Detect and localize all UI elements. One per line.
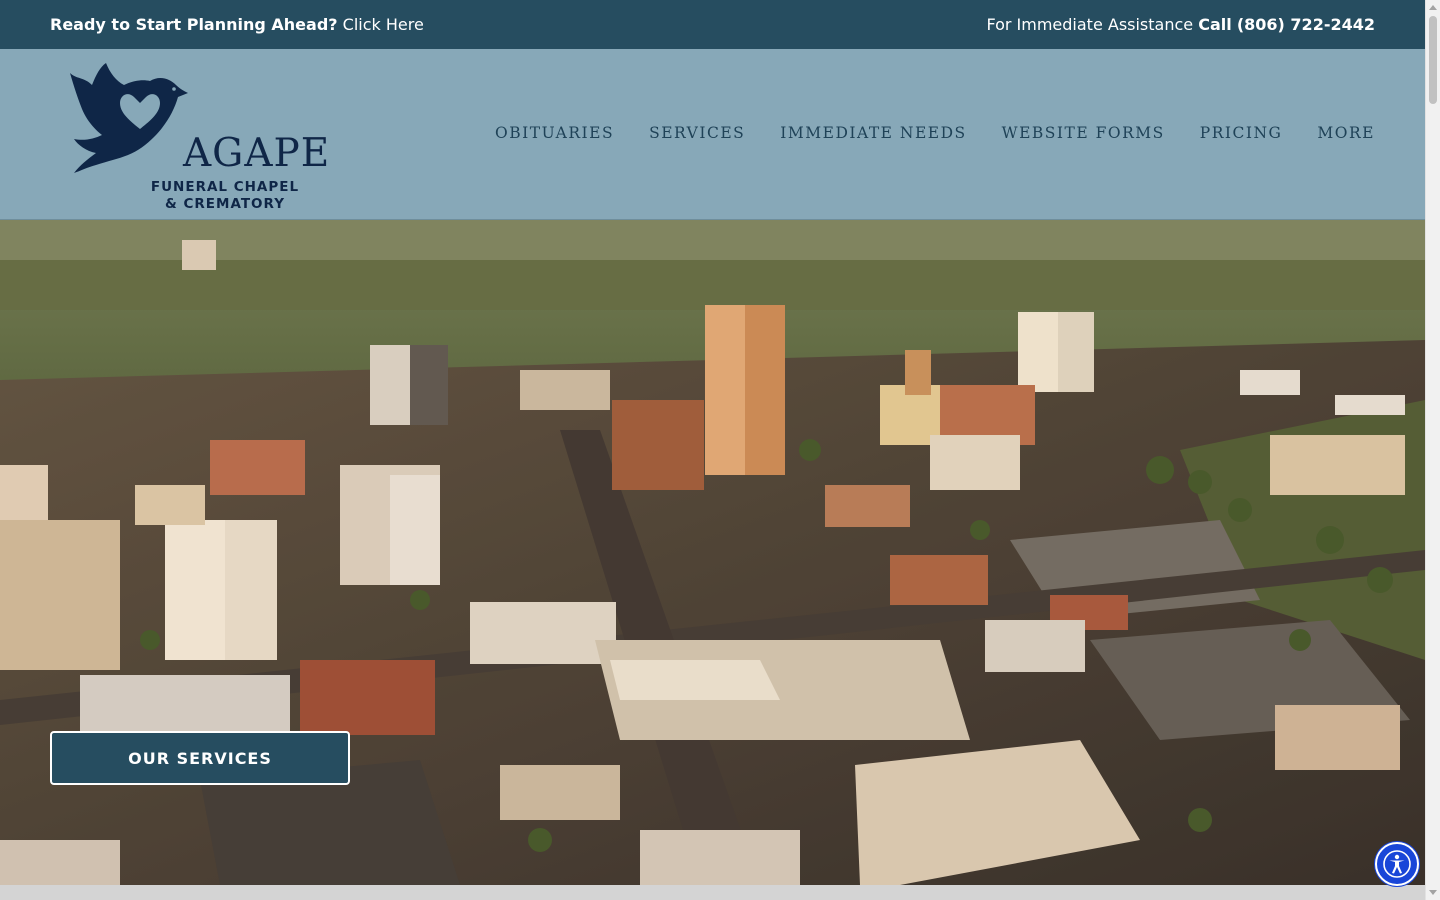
accessibility-icon (1383, 850, 1411, 878)
planning-prompt: Ready to Start Planning Ahead? (50, 15, 338, 34)
scroll-down-arrow-icon[interactable] (1429, 890, 1437, 895)
dove-heart-icon (70, 63, 188, 173)
logo-subtitle-line2: & CREMATORY (165, 196, 285, 212)
logo-wordmark: AGAPE (183, 131, 331, 176)
our-services-button[interactable]: OUR SERVICES (50, 731, 350, 785)
immediate-assistance: For Immediate Assistance Call (806) 722-… (986, 15, 1375, 34)
scrollbar-thumb[interactable] (1429, 16, 1437, 104)
aerial-city-image (0, 220, 1425, 885)
call-label: Call (1198, 15, 1232, 34)
nav-services[interactable]: SERVICES (649, 124, 745, 142)
site-logo[interactable]: AGAPE FUNERAL CHAPEL & CREMATORY (66, 63, 329, 212)
planning-ahead-banner: Ready to Start Planning Ahead? Click Her… (50, 15, 424, 34)
hero-image (0, 220, 1425, 885)
section-divider (0, 885, 1425, 900)
main-nav: OBITUARIES SERVICES IMMEDIATE NEEDS WEBS… (495, 124, 1375, 142)
scroll-up-arrow-icon[interactable] (1429, 5, 1437, 10)
logo-subtitle-line1: FUNERAL CHAPEL (150, 179, 300, 195)
page: Ready to Start Planning Ahead? Click Her… (0, 0, 1425, 900)
phone-number: (806) 722-2442 (1236, 15, 1375, 34)
nav-pricing[interactable]: PRICING (1200, 124, 1283, 142)
nav-obituaries[interactable]: OBITUARIES (495, 124, 614, 142)
page-scrollbar[interactable] (1425, 0, 1440, 900)
accessibility-button[interactable] (1375, 842, 1419, 886)
nav-website-forms[interactable]: WEBSITE FORMS (1002, 124, 1165, 142)
planning-click-here-link[interactable]: Click Here (343, 15, 424, 34)
nav-more[interactable]: MORE (1317, 124, 1375, 142)
phone-link[interactable]: Call (806) 722-2442 (1198, 15, 1375, 34)
top-bar: Ready to Start Planning Ahead? Click Her… (0, 0, 1425, 49)
site-header: AGAPE FUNERAL CHAPEL & CREMATORY OBITUAR… (0, 49, 1425, 220)
assistance-text: For Immediate Assistance (986, 15, 1194, 34)
nav-immediate-needs[interactable]: IMMEDIATE NEEDS (780, 124, 966, 142)
logo-subtitle: FUNERAL CHAPEL & CREMATORY (150, 179, 300, 213)
